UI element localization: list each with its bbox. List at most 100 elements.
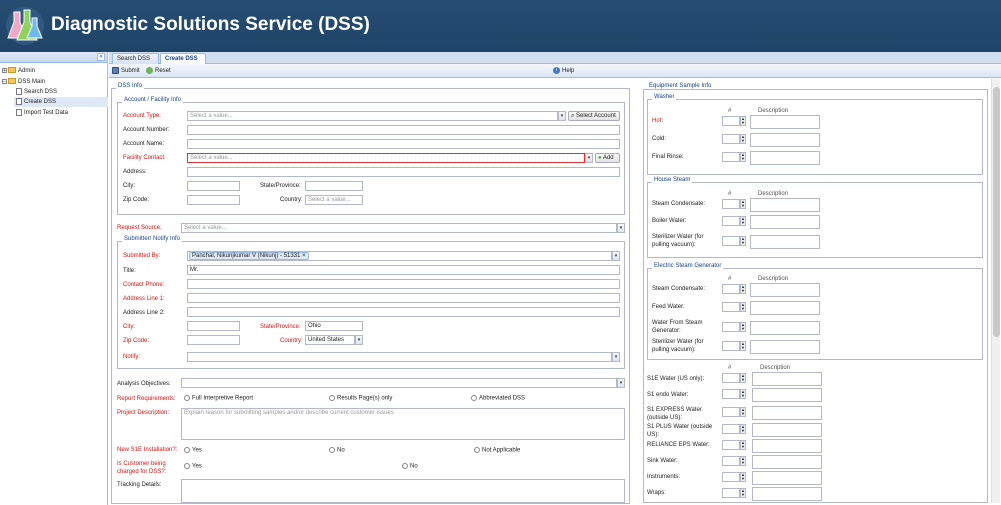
- sample-description-input[interactable]: [750, 151, 820, 165]
- spinner-arrows-icon[interactable]: ▲ ▼: [740, 373, 746, 383]
- spinner-arrows-icon[interactable]: ▲ ▼: [740, 199, 746, 209]
- spinner-arrows-icon[interactable]: ▲ ▼: [740, 407, 746, 417]
- sample-description-input[interactable]: [752, 487, 822, 501]
- spinner-arrows-icon[interactable]: ▲ ▼: [740, 472, 746, 482]
- spinner-arrows-icon[interactable]: ▲ ▼: [740, 152, 746, 162]
- sample-count-input[interactable]: [722, 472, 740, 482]
- sub-country-select[interactable]: United States: [305, 335, 355, 345]
- sample-description-input[interactable]: [750, 301, 820, 315]
- sample-count-input[interactable]: [722, 199, 740, 209]
- add-contact-button[interactable]: ● Add: [595, 153, 620, 163]
- radio-icon[interactable]: [471, 395, 477, 401]
- sample-description-input[interactable]: [752, 455, 822, 469]
- spinner-arrows-icon[interactable]: ▲ ▼: [740, 284, 746, 294]
- spinner-arrows-icon[interactable]: ▲ ▼: [740, 456, 746, 466]
- address-input[interactable]: [187, 167, 620, 177]
- sample-count-input[interactable]: [722, 488, 740, 498]
- sample-description-input[interactable]: [752, 471, 822, 485]
- submitted-by-tag[interactable]: Panchal, Nikunjkumar V (Nikunj) - 51331 …: [189, 252, 309, 260]
- scrollbar-thumb[interactable]: [993, 87, 1000, 337]
- expand-icon[interactable]: +: [2, 67, 7, 73]
- chevron-down-icon[interactable]: ▾: [585, 153, 593, 163]
- scrollbar[interactable]: [991, 79, 1000, 503]
- radio-icon[interactable]: [474, 447, 480, 453]
- state-input[interactable]: [305, 181, 363, 191]
- sample-description-input[interactable]: [750, 340, 820, 354]
- report-option-abbreviated[interactable]: Abbreviated DSS: [471, 395, 525, 402]
- tab-create-dss[interactable]: Create DSS ×: [160, 53, 206, 72]
- spinner-arrows-icon[interactable]: ▲ ▼: [740, 389, 746, 399]
- city-input[interactable]: [187, 181, 240, 191]
- spinner-arrows-icon[interactable]: ▲ ▼: [740, 322, 746, 332]
- account-number-input[interactable]: [187, 125, 620, 135]
- spinner-arrows-icon[interactable]: ▲ ▼: [740, 236, 746, 246]
- notify-select[interactable]: [187, 352, 612, 362]
- project-description-textarea[interactable]: Explain reason for submitting samples an…: [181, 408, 625, 440]
- sample-description-input[interactable]: [752, 423, 822, 437]
- sample-count-input[interactable]: [722, 456, 740, 466]
- sample-description-input[interactable]: [750, 115, 820, 129]
- account-name-input[interactable]: [187, 139, 620, 149]
- spinner-arrows-icon[interactable]: ▲ ▼: [740, 488, 746, 498]
- zip-input[interactable]: [187, 195, 240, 205]
- new-s1e-no[interactable]: No: [329, 447, 345, 454]
- spinner-arrows-icon[interactable]: ▲ ▼: [740, 440, 746, 450]
- spinner-arrows-icon[interactable]: ▲ ▼: [740, 302, 746, 312]
- request-source-select[interactable]: Select a value...: [181, 223, 617, 233]
- select-account-button[interactable]: ⌕ Select Account: [568, 111, 620, 121]
- submit-button[interactable]: Submit: [112, 66, 140, 76]
- spinner-arrows-icon[interactable]: ▲ ▼: [740, 216, 746, 226]
- spinner-arrows-icon[interactable]: ▲ ▼: [740, 134, 746, 144]
- report-option-full[interactable]: Full Interpretive Report: [184, 395, 253, 402]
- collapse-sidebar-button[interactable]: «: [97, 53, 105, 61]
- sample-count-input[interactable]: [722, 407, 740, 417]
- collapse-icon[interactable]: −: [2, 78, 7, 84]
- sample-count-input[interactable]: [722, 152, 740, 162]
- sample-count-input[interactable]: [722, 284, 740, 294]
- new-s1e-na[interactable]: Not Applicable: [474, 447, 520, 454]
- tracking-details-textarea[interactable]: [181, 479, 625, 503]
- address-line2-input[interactable]: [187, 307, 620, 317]
- reset-button[interactable]: Reset: [146, 66, 171, 76]
- sample-description-input[interactable]: [750, 283, 820, 297]
- contact-phone-input[interactable]: [187, 279, 620, 289]
- sample-count-input[interactable]: [722, 302, 740, 312]
- sample-description-input[interactable]: [750, 133, 820, 147]
- sample-count-input[interactable]: [722, 134, 740, 144]
- sample-description-input[interactable]: [750, 235, 820, 249]
- account-type-select[interactable]: Select a value...: [187, 111, 558, 121]
- sample-description-input[interactable]: [752, 439, 822, 453]
- spinner-arrows-icon[interactable]: ▲ ▼: [740, 341, 746, 351]
- radio-icon[interactable]: [184, 463, 190, 469]
- radio-icon[interactable]: [184, 447, 190, 453]
- sample-count-input[interactable]: [722, 373, 740, 383]
- chevron-down-icon[interactable]: ▾: [612, 352, 620, 362]
- sample-count-input[interactable]: [722, 116, 740, 126]
- sample-count-input[interactable]: [722, 341, 740, 351]
- sub-state-input[interactable]: Ohio: [305, 321, 363, 331]
- sample-description-input[interactable]: [750, 321, 820, 335]
- sample-description-input[interactable]: [750, 198, 820, 212]
- new-s1e-yes[interactable]: Yes: [184, 447, 202, 454]
- sample-count-input[interactable]: [722, 440, 740, 450]
- sample-count-input[interactable]: [722, 389, 740, 399]
- sample-count-input[interactable]: [722, 216, 740, 226]
- chevron-down-icon[interactable]: ▾: [612, 251, 620, 261]
- sidebar-item-import-test-data[interactable]: Import Test Data: [16, 108, 107, 118]
- radio-icon[interactable]: [329, 447, 335, 453]
- sidebar-item-create-dss[interactable]: Create DSS: [14, 97, 108, 107]
- remove-tag-icon[interactable]: ×: [302, 253, 306, 259]
- charged-no[interactable]: No: [402, 463, 418, 470]
- spinner-arrows-icon[interactable]: ▲ ▼: [740, 424, 746, 434]
- sample-count-input[interactable]: [722, 322, 740, 332]
- title-input[interactable]: Mr.: [187, 265, 620, 275]
- chevron-down-icon[interactable]: ▾: [558, 111, 566, 121]
- facility-contact-select[interactable]: Select a value...: [187, 153, 585, 163]
- chevron-down-icon[interactable]: ▾: [355, 335, 363, 345]
- analysis-objectives-select[interactable]: [181, 378, 617, 388]
- tab-search-dss[interactable]: Search DSS ×: [112, 53, 159, 72]
- sample-count-input[interactable]: [722, 424, 740, 434]
- sample-description-input[interactable]: [752, 406, 822, 420]
- sub-city-input[interactable]: [187, 321, 240, 331]
- address-line1-input[interactable]: [187, 293, 620, 303]
